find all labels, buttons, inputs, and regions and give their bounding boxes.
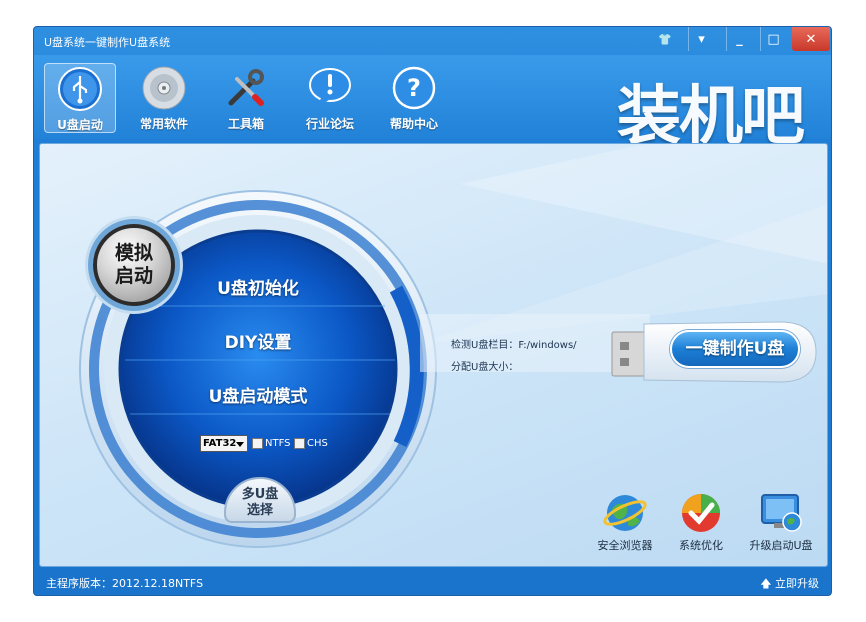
close-icon: ✕	[805, 31, 817, 47]
browser-icon	[603, 495, 647, 531]
optimize-icon	[682, 494, 720, 532]
simulate-boot-button[interactable]: 模拟 启动	[93, 224, 175, 306]
ntfs-checkbox[interactable]	[252, 437, 263, 449]
multi-line1: 多U盘	[241, 487, 279, 502]
minimize-button[interactable]: _	[726, 27, 752, 51]
tab-forum[interactable]: 行业论坛	[294, 63, 366, 133]
menu-diy-settings[interactable]: DIY设置	[168, 328, 348, 353]
help-icon: ?	[392, 66, 436, 110]
tab-usb-boot-label: U盘启动	[57, 118, 103, 132]
chs-option[interactable]: CHS	[294, 435, 328, 451]
usb-icon	[58, 67, 102, 111]
chevron-down-icon: ▾	[698, 31, 705, 47]
ntfs-label: NTFS	[265, 437, 291, 449]
simulate-line1: 模拟	[114, 242, 153, 264]
quick-action-upgrade-usb-label: 升级启动U盘	[749, 539, 813, 552]
format-select[interactable]: FAT32	[200, 435, 248, 452]
main-toolbar: U盘启动 常用软件 工具箱 行业论坛 ? 帮助中心 装机吧	[34, 55, 831, 154]
version-text: 主程序版本：2012.12.18NTFS	[46, 577, 204, 590]
title-bar[interactable]: U盘系统一键制作U盘系统 👕 ▾ _ □ ✕	[34, 27, 831, 55]
tab-toolbox-label: 工具箱	[227, 117, 264, 131]
quick-action-browser[interactable]: 安全浏览器	[590, 489, 660, 553]
shirt-icon: 👕	[658, 32, 672, 46]
quick-action-optimize-label: 系统优化	[679, 539, 723, 552]
forum-icon	[309, 68, 351, 107]
tab-common-software[interactable]: 常用软件	[128, 63, 200, 133]
arrow-up-icon: 🡅	[760, 577, 775, 590]
simulate-line2: 启动	[114, 265, 153, 287]
quick-action-browser-label: 安全浏览器	[597, 539, 653, 552]
menu-usb-boot-mode[interactable]: U盘启动模式	[168, 382, 348, 407]
skin-button[interactable]: 👕	[654, 27, 676, 51]
multi-line2: 选择	[246, 503, 273, 518]
tools-icon	[228, 69, 264, 106]
main-panel: 模拟 启动 U盘初始化 DIY设置 U盘启动模式 FAT32 NTFS CHS 多…	[39, 143, 828, 567]
window-title: U盘系统一键制作U盘系统	[44, 36, 171, 49]
tab-help-center-label: 帮助中心	[389, 117, 438, 131]
maximize-button[interactable]: □	[760, 27, 786, 51]
chs-label: CHS	[307, 437, 328, 449]
svg-text:?: ?	[407, 74, 421, 102]
menu-button[interactable]: ▾	[688, 27, 714, 51]
chevron-down-icon	[236, 442, 244, 447]
disc-icon	[142, 66, 186, 110]
ntfs-option[interactable]: NTFS	[252, 435, 291, 451]
menu-usb-init[interactable]: U盘初始化	[168, 274, 348, 299]
upgrade-usb-icon	[761, 494, 802, 532]
format-select-value: FAT32	[203, 438, 237, 449]
one-click-make-usb-button[interactable]: 一键制作U盘	[670, 330, 800, 368]
upgrade-now-label: 立即升级	[775, 577, 819, 590]
app-window: U盘系统一键制作U盘系统 👕 ▾ _ □ ✕ U盘启动 常用软件 工具箱 行业论…	[33, 26, 832, 596]
tab-common-software-label: 常用软件	[139, 117, 188, 131]
tab-toolbox[interactable]: 工具箱	[210, 63, 282, 133]
quick-action-optimize[interactable]: 系统优化	[670, 489, 732, 553]
alloc-size-label: 分配U盘大小：	[451, 362, 519, 373]
tab-help-center[interactable]: ? 帮助中心	[378, 63, 450, 133]
maximize-icon: □	[767, 31, 780, 47]
quick-action-upgrade-usb[interactable]: 升级启动U盘	[744, 489, 818, 553]
tab-forum-label: 行业论坛	[305, 117, 354, 131]
minimize-icon: _	[736, 31, 743, 47]
detect-usb-label: 检测U盘栏目：F:/windows/	[451, 340, 577, 351]
close-button[interactable]: ✕	[792, 27, 830, 51]
upgrade-now-link[interactable]: 🡅 立即升级	[760, 575, 819, 594]
tab-usb-boot[interactable]: U盘启动	[44, 63, 116, 133]
chs-checkbox[interactable]	[294, 437, 305, 449]
status-bar: 主程序版本：2012.12.18NTFS 🡅 立即升级	[34, 569, 831, 595]
